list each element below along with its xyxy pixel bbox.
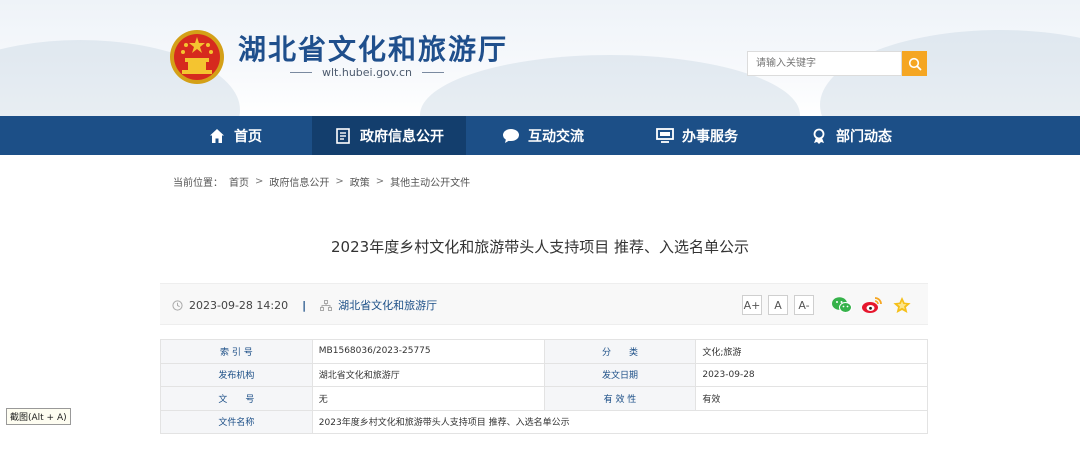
breadcrumb-item-home[interactable]: 首页 xyxy=(229,174,249,189)
info-table: 索 引 号 MB1568036/2023-25775 分 类 文化;旅游 发布机… xyxy=(160,339,929,434)
weibo-share-icon[interactable] xyxy=(860,294,884,316)
meta-divider: | xyxy=(302,298,307,312)
search-input[interactable] xyxy=(747,51,902,76)
screenshot-tooltip: 截图(Alt + A) xyxy=(6,408,71,425)
table-label: 发文日期 xyxy=(543,362,697,387)
nav-item-gov-info[interactable]: 政府信息公开 xyxy=(312,116,466,155)
main-nav: 首页 政府信息公开 互动交流 办事服务 部门动态 xyxy=(0,116,1080,155)
search-button[interactable] xyxy=(902,51,927,76)
table-label: 文 号 xyxy=(160,386,313,411)
table-row: 发布机构 湖北省文化和旅游厅 发文日期 2023-09-28 xyxy=(160,362,928,387)
publish-datetime: 2023-09-28 14:20 xyxy=(189,298,289,312)
table-label: 分 类 xyxy=(543,339,697,364)
table-row: 索 引 号 MB1568036/2023-25775 分 类 文化;旅游 xyxy=(160,339,928,364)
breadcrumb-separator: > xyxy=(375,176,385,187)
font-increase-button[interactable]: A+ xyxy=(742,295,762,315)
article-title: 2023年度乡村文化和旅游带头人支持项目 推荐、入选名单公示 xyxy=(331,238,749,256)
nav-label: 办事服务 xyxy=(682,128,738,145)
table-value: 2023年度乡村文化和旅游带头人支持项目 推荐、入选名单公示 xyxy=(311,409,929,434)
site-url-wrap: wlt.hubei.gov.cn xyxy=(290,66,444,79)
nav-label: 互动交流 xyxy=(528,128,584,145)
url-line-left xyxy=(290,72,312,73)
table-value: 2023-09-28 xyxy=(695,362,928,387)
search-icon xyxy=(908,57,921,70)
sitemap-icon xyxy=(320,299,333,311)
table-value: 文化;旅游 xyxy=(695,339,928,364)
search-box xyxy=(747,51,927,76)
chat-bubble-icon xyxy=(502,127,520,145)
table-row: 文件名称 2023年度乡村文化和旅游带头人支持项目 推荐、入选名单公示 xyxy=(160,409,929,434)
breadcrumb-item-other-files[interactable]: 其他主动公开文件 xyxy=(390,174,470,189)
document-icon xyxy=(334,127,352,145)
nav-label: 政府信息公开 xyxy=(360,128,444,145)
clock-icon xyxy=(172,299,183,311)
nav-item-services[interactable]: 办事服务 xyxy=(620,116,774,155)
table-value: MB1568036/2023-25775 xyxy=(311,339,545,364)
favorite-star-icon[interactable] xyxy=(890,294,914,316)
site-url: wlt.hubei.gov.cn xyxy=(322,66,412,79)
national-emblem-icon xyxy=(170,30,224,84)
table-label: 文件名称 xyxy=(160,409,313,434)
nav-item-home[interactable]: 首页 xyxy=(158,116,312,155)
table-label: 发布机构 xyxy=(160,362,313,387)
wechat-share-icon[interactable] xyxy=(830,294,854,316)
breadcrumb-prefix: 当前位置： xyxy=(173,178,223,189)
breadcrumb-item-gov-info[interactable]: 政府信息公开 xyxy=(269,174,329,189)
home-icon xyxy=(208,127,226,145)
article-meta: 2023-09-28 14:20 | 湖北省文化和旅游厅 A+ A A- xyxy=(160,283,928,325)
site-title[interactable]: 湖北省文化和旅游厅 xyxy=(238,28,508,68)
article-source[interactable]: 湖北省文化和旅游厅 xyxy=(338,297,437,313)
nav-label: 部门动态 xyxy=(836,128,892,145)
font-decrease-button[interactable]: A- xyxy=(794,295,814,315)
table-label: 索 引 号 xyxy=(160,339,313,364)
breadcrumb: 当前位置： 首页 > 政府信息公开 > 政策 > 其他主动公开文件 xyxy=(173,174,470,189)
nav-item-news[interactable]: 部门动态 xyxy=(774,116,928,155)
url-line-right xyxy=(422,72,444,73)
font-reset-button[interactable]: A xyxy=(768,295,788,315)
table-row: 文 号 无 有 效 性 有效 xyxy=(160,386,928,411)
breadcrumb-separator: > xyxy=(255,176,264,187)
monitor-icon xyxy=(656,127,674,145)
nav-label: 首页 xyxy=(234,128,262,145)
breadcrumb-separator: > xyxy=(335,176,344,187)
table-value: 无 xyxy=(311,386,545,411)
award-icon xyxy=(810,127,828,145)
nav-item-interaction[interactable]: 互动交流 xyxy=(466,116,620,155)
table-label: 有 效 性 xyxy=(543,386,697,411)
table-value: 有效 xyxy=(695,386,928,411)
site-header: 湖北省文化和旅游厅 wlt.hubei.gov.cn xyxy=(0,0,1080,116)
breadcrumb-item-policy[interactable]: 政策 xyxy=(350,174,370,189)
table-value: 湖北省文化和旅游厅 xyxy=(311,362,545,387)
